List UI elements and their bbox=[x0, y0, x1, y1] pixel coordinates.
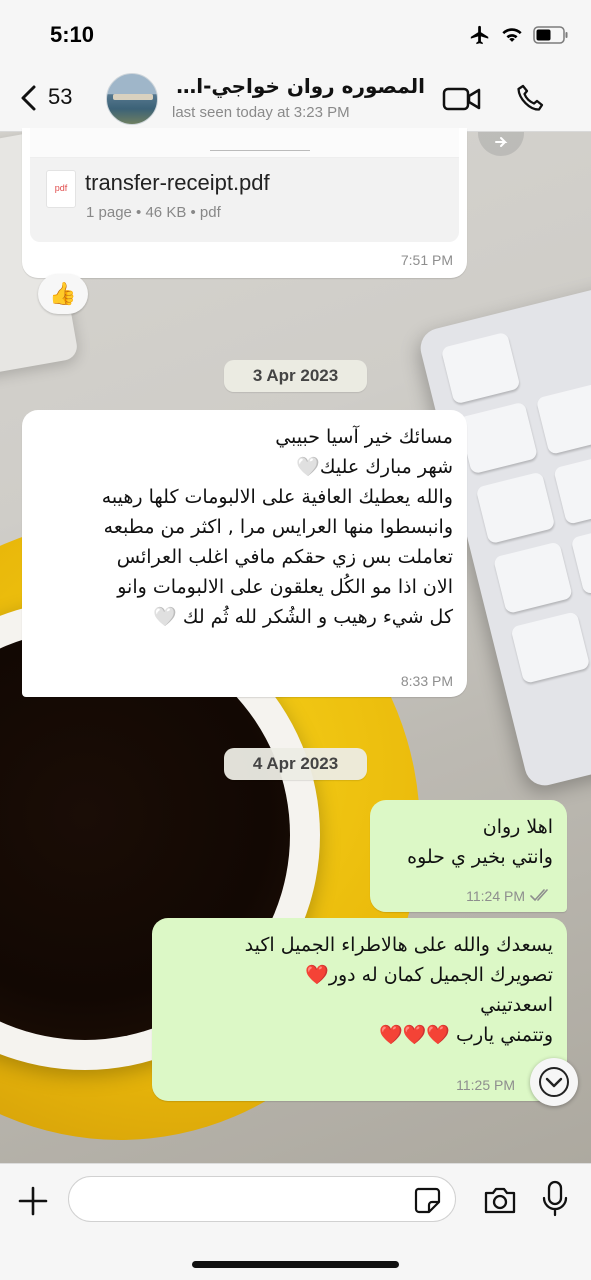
message-time: 11:24 PM bbox=[466, 888, 525, 904]
phone-icon[interactable] bbox=[514, 82, 546, 114]
date-divider: 3 Apr 2023 bbox=[224, 360, 367, 392]
message-time: 11:25 PM bbox=[456, 1077, 515, 1093]
read-receipt-icon bbox=[530, 889, 548, 902]
document-file-name: transfer-receipt.pdf bbox=[85, 170, 270, 195]
outgoing-message[interactable]: اهلا روان وانتي بخير ي حلوه 11:24 PM bbox=[370, 800, 567, 912]
date-divider: 4 Apr 2023 bbox=[224, 748, 367, 780]
document-card[interactable]: pdf transfer-receipt.pdf 1 page • 46 KB … bbox=[30, 158, 459, 242]
mic-icon[interactable] bbox=[540, 1180, 570, 1218]
status-icons bbox=[469, 24, 569, 46]
pdf-file-icon: pdf bbox=[46, 170, 76, 208]
message-input[interactable] bbox=[68, 1176, 456, 1222]
home-indicator[interactable] bbox=[192, 1261, 399, 1268]
scroll-to-bottom-button[interactable] bbox=[530, 1058, 578, 1106]
message-text: اهلا روان وانتي بخير ي حلوه bbox=[407, 816, 553, 868]
airplane-icon bbox=[470, 25, 489, 45]
wifi-icon bbox=[502, 28, 522, 42]
message-time: 7:51 PM bbox=[400, 252, 453, 268]
document-message[interactable]: pdf transfer-receipt.pdf 1 page • 46 KB … bbox=[22, 128, 467, 278]
battery-icon bbox=[533, 26, 568, 44]
avatar[interactable] bbox=[106, 73, 158, 125]
message-text: مسائك خير آسيا حبيبي شهر مبارك عليك🤍 وال… bbox=[101, 426, 453, 628]
message-time: 8:33 PM bbox=[400, 673, 453, 689]
status-time: 5:10 bbox=[50, 22, 95, 47]
status-bar: 5:10 bbox=[0, 0, 591, 64]
forward-button[interactable] bbox=[478, 132, 524, 156]
plus-icon[interactable] bbox=[16, 1184, 50, 1218]
video-call-icon[interactable] bbox=[442, 84, 482, 114]
sticker-icon[interactable] bbox=[412, 1185, 442, 1215]
document-meta: 1 page • 46 KB • pdf bbox=[86, 204, 221, 221]
chevron-left-icon[interactable] bbox=[14, 82, 46, 114]
forward-icon bbox=[495, 137, 508, 147]
last-seen: last seen today at 3:23 PM bbox=[172, 104, 350, 121]
camera-icon[interactable] bbox=[482, 1184, 518, 1216]
chat-header: 53 المصوره روان خواجي-الم... last seen t… bbox=[0, 64, 591, 132]
unread-count[interactable]: 53 bbox=[48, 84, 72, 110]
chevron-down-icon bbox=[539, 1067, 569, 1097]
incoming-message[interactable]: مسائك خير آسيا حبيبي شهر مبارك عليك🤍 وال… bbox=[22, 410, 467, 697]
input-bar bbox=[0, 1163, 591, 1280]
document-preview[interactable] bbox=[30, 128, 459, 158]
outgoing-message[interactable]: يسعدك والله على هالاطراء الجميل اكيد تصو… bbox=[152, 918, 567, 1101]
contact-name[interactable]: المصوره روان خواجي-الم... bbox=[170, 74, 425, 98]
reaction-thumbs-up[interactable]: 👍 bbox=[38, 274, 88, 314]
message-text: يسعدك والله على هالاطراء الجميل اكيد تصو… bbox=[244, 934, 553, 1046]
